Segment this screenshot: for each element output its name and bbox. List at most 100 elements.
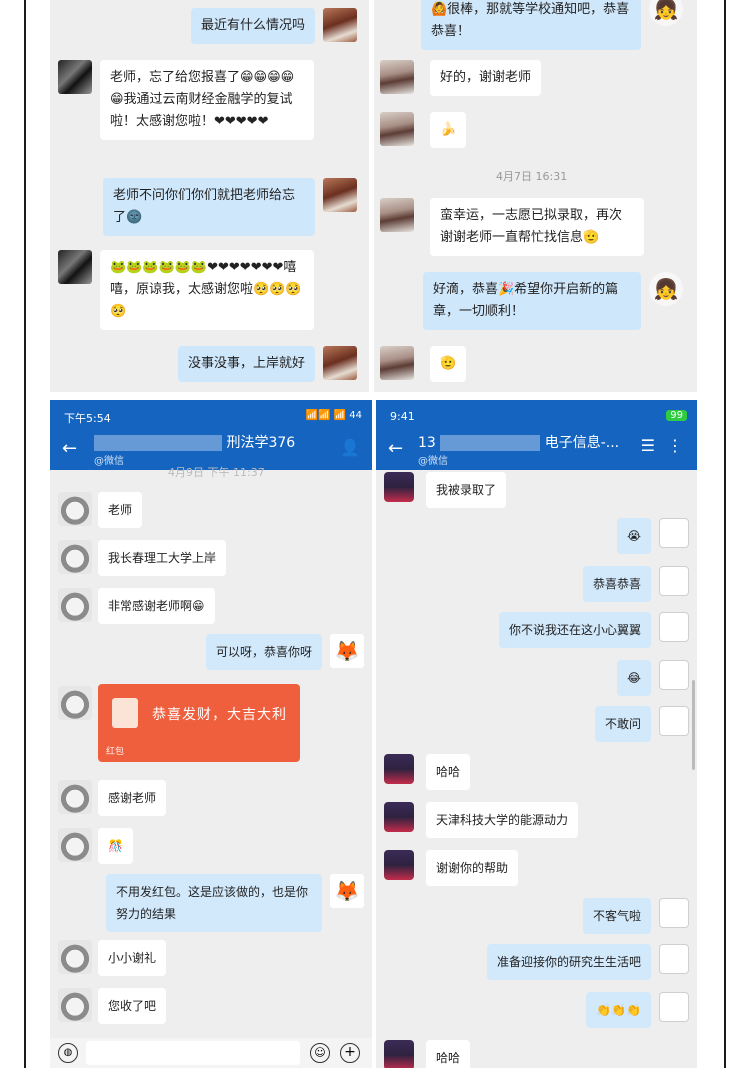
message-bubble: 小小谢礼	[98, 940, 167, 976]
message-row: 老师，忘了给您报喜了😁😁😁😁😁我通过云南财经金融学的复试啦！太感谢您啦！❤❤❤❤…	[58, 60, 314, 140]
avatar	[659, 612, 689, 642]
avatar	[58, 540, 92, 574]
battery-indicator: 99	[666, 410, 687, 421]
message-row: 谢谢你的帮助	[384, 850, 519, 886]
message-bubble: 😭	[616, 518, 651, 554]
message-row: 感谢老师	[58, 780, 167, 816]
more-options-icon[interactable]: ⋮	[667, 436, 683, 455]
avatar	[58, 492, 92, 526]
avatar	[659, 660, 689, 690]
message-row: 小小谢礼	[58, 940, 167, 976]
avatar	[58, 250, 92, 284]
message-row: 最近有什么情况吗	[190, 8, 357, 44]
avatar	[659, 992, 689, 1022]
avatar	[384, 1040, 414, 1068]
avatar	[659, 898, 689, 928]
message-row: 您收了吧	[58, 988, 167, 1024]
message-bubble: 不用发红包。这是应该做的，也是你努力的结果	[106, 874, 322, 932]
message-row: 不用发红包。这是应该做的，也是你努力的结果 🦊	[106, 874, 364, 932]
chat-title-prefix: 13	[418, 435, 436, 451]
message-bubble: 非常感谢老师啊😁	[98, 588, 215, 624]
avatar	[380, 198, 414, 232]
chat-panel-1: 最近有什么情况吗 老师，忘了给您报喜了😁😁😁😁😁我通过云南财经金融学的复试啦！太…	[50, 0, 369, 392]
message-row: 🙆很棒，那就等学校通知吧，恭喜恭喜！ 👧	[421, 0, 683, 50]
message-bubble: 老师，忘了给您报喜了😁😁😁😁😁我通过云南财经金融学的复试啦！太感谢您啦！❤❤❤❤…	[100, 60, 314, 140]
avatar	[323, 178, 357, 212]
message-bubble: 我被录取了	[426, 472, 507, 508]
chat-panel-2: 🙆很棒，那就等学校通知吧，恭喜恭喜！ 👧 好的，谢谢老师 🍌 4月7日 16:3…	[374, 0, 697, 392]
message-bubble: 🎊	[98, 828, 133, 864]
avatar	[384, 802, 414, 832]
message-row: 没事没事，上岸就好	[177, 346, 357, 382]
message-row: 天津科技大学的能源动力	[384, 802, 579, 838]
message-row: 恭喜恭喜	[582, 566, 689, 602]
message-bubble: 🍌	[430, 112, 467, 148]
red-packet-card[interactable]: 恭喜发财，大吉大利 红包	[98, 684, 300, 762]
message-row: 哈哈	[384, 754, 471, 790]
red-packet-title: 恭喜发财，大吉大利	[152, 707, 287, 723]
message-bubble: 🙆很棒，那就等学校通知吧，恭喜恭喜！	[421, 0, 641, 50]
message-bubble: 老师	[98, 492, 143, 528]
message-row: 准备迎接你的研究生生活吧	[486, 944, 689, 980]
message-bubble: 您收了吧	[98, 988, 167, 1024]
message-bubble: 好滴，恭喜🎉希望你开启新的篇章，一切顺利！	[423, 272, 641, 330]
chat-title: 刑法学376	[94, 432, 295, 452]
avatar	[380, 112, 414, 146]
chat-title-text: 刑法学376	[226, 435, 296, 451]
message-input[interactable]	[86, 1041, 300, 1065]
avatar	[58, 940, 92, 974]
message-bubble: 我长春理工大学上岸	[98, 540, 227, 576]
back-arrow-icon[interactable]: ←	[62, 438, 77, 459]
status-icons: 📶📶 📶 44	[305, 410, 362, 421]
avatar	[58, 588, 92, 622]
avatar	[58, 828, 92, 862]
message-row: 😭	[616, 518, 689, 554]
message-row: 🎊	[58, 828, 133, 864]
avatar	[380, 60, 414, 94]
right-border	[724, 0, 726, 1068]
profile-icon[interactable]: 👤	[340, 438, 360, 457]
message-bubble: 🐸🐸🐸🐸🐸🐸❤❤❤❤❤❤❤嘻嘻，原谅我，太感谢您啦🥺🥺🥺🥺	[100, 250, 314, 330]
chat-title-suffix: 电子信息-...	[544, 435, 620, 451]
avatar	[380, 346, 414, 380]
avatar: 👧	[649, 0, 683, 26]
message-row: 蛮幸运，一志愿已拟录取，再次谢谢老师一直帮忙找信息🫡	[380, 198, 644, 256]
avatar	[384, 850, 414, 880]
message-bubble: 哈哈	[426, 754, 471, 790]
message-bubble: 谢谢你的帮助	[426, 850, 519, 886]
plus-icon[interactable]: +	[340, 1043, 360, 1063]
message-row: 我被录取了	[384, 472, 507, 508]
menu-icon[interactable]: ☰	[641, 436, 655, 455]
back-arrow-icon[interactable]: ←	[388, 438, 403, 459]
chat-panel-3: 下午5:54 📶📶 📶 44 ← 刑法学376 @微信 👤 4月9日 下午 11…	[50, 400, 372, 1068]
chat-subtitle: @微信	[94, 456, 124, 467]
avatar	[384, 472, 414, 502]
avatar	[659, 706, 689, 736]
message-row	[58, 686, 92, 720]
timestamp: 4月9日 下午 11:37	[168, 466, 265, 479]
avatar	[323, 8, 357, 42]
emoji-icon[interactable]: ☺	[310, 1043, 330, 1063]
voice-icon[interactable]: ◍	[58, 1043, 78, 1063]
message-bubble: 哈哈	[426, 1040, 471, 1068]
avatar	[58, 686, 92, 720]
message-bubble: 你不说我还在这小心翼翼	[498, 612, 651, 648]
left-border	[24, 0, 26, 1068]
avatar: 🦊	[330, 634, 364, 668]
avatar	[58, 780, 92, 814]
message-bubble: 最近有什么情况吗	[190, 8, 315, 44]
scrollbar[interactable]	[692, 680, 695, 770]
message-row: 不敢问	[594, 706, 689, 742]
avatar: 🦊	[330, 874, 364, 908]
message-bubble: 可以呀，恭喜你呀	[205, 634, 322, 670]
message-row: 你不说我还在这小心翼翼	[498, 612, 689, 648]
message-row: 老师不问你们你们就把老师给忘了🌚	[103, 178, 357, 236]
avatar	[659, 566, 689, 596]
status-time: 下午5:54	[64, 412, 111, 425]
avatar	[659, 518, 689, 548]
avatar	[659, 944, 689, 974]
message-row: 🍌	[380, 112, 467, 148]
message-row: 可以呀，恭喜你呀 🦊	[205, 634, 364, 670]
message-bubble: 😂	[616, 660, 651, 696]
message-bubble: 蛮幸运，一志愿已拟录取，再次谢谢老师一直帮忙找信息🫡	[430, 198, 644, 256]
